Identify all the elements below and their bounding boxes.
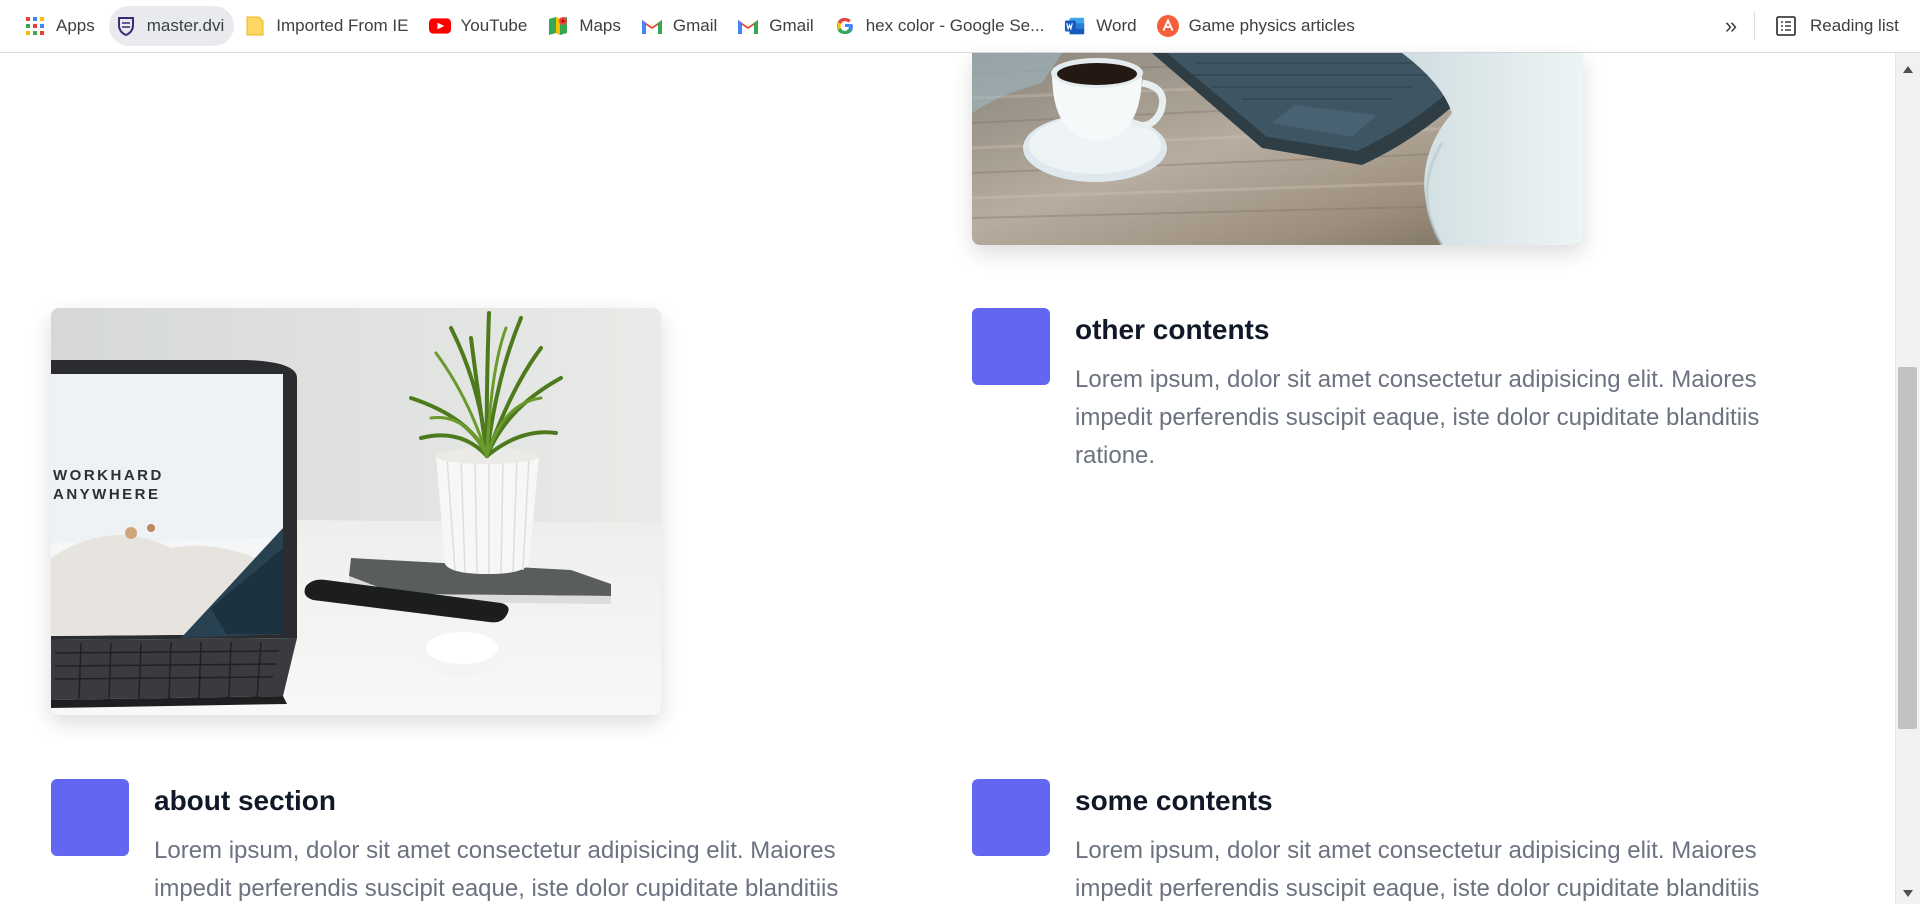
bookmark-label: Apps [56, 16, 95, 35]
bookmark-gmail-2[interactable]: Gmail [731, 6, 823, 46]
laptop-screen-text-line1: WORKHARD [53, 467, 164, 484]
feature-icon-square [972, 308, 1050, 385]
google-icon [834, 15, 856, 37]
scroll-up-arrow-icon[interactable] [1898, 60, 1917, 78]
reading-list-button[interactable]: Reading list [1768, 6, 1905, 46]
word-icon [1064, 15, 1086, 37]
bookmark-label: YouTube [460, 16, 528, 35]
bookmark-label: Word [1096, 16, 1137, 35]
maps-icon [547, 15, 569, 37]
feature-about-section: about section Lorem ipsum, dolor sit ame… [51, 779, 951, 904]
youtube-icon [428, 15, 451, 37]
workspace-laptop-plant-image: WORKHARD ANYWHERE [51, 308, 661, 715]
feature-description: Lorem ipsum, dolor sit amet consectetur … [1075, 366, 1760, 469]
bookmarks-divider [1754, 12, 1755, 40]
bookmarks-bar: Apps master.dvi Imported From IE YouTube [0, 0, 1920, 53]
bookmark-label: Imported From IE [276, 16, 409, 35]
coffee-laptop-image [972, 53, 1583, 245]
scrollbar-thumb[interactable] [1898, 367, 1917, 729]
game-physics-icon [1156, 15, 1179, 37]
feature-title: some contents [1075, 785, 1273, 816]
bookmark-hex-color-search[interactable]: hex color - Google Se... [828, 6, 1055, 46]
feature-some-contents: some contents Lorem ipsum, dolor sit ame… [972, 779, 1872, 904]
scroll-down-arrow-icon[interactable] [1898, 884, 1917, 902]
bookmark-label: Gmail [769, 16, 814, 35]
laptop-screen-text-line2: ANYWHERE [53, 486, 161, 503]
bookmark-word[interactable]: Word [1058, 6, 1146, 46]
feature-title: about section [154, 785, 337, 816]
bookmark-master-dvi[interactable]: master.dvi [108, 6, 235, 46]
folder-icon [244, 15, 266, 37]
bookmark-game-physics[interactable]: Game physics articles [1151, 6, 1365, 46]
bookmark-maps[interactable]: Maps [541, 6, 631, 46]
feature-icon-square [972, 779, 1050, 856]
bookmark-label: Gmail [672, 16, 718, 35]
bookmark-label: Maps [579, 16, 621, 35]
gmail-icon [737, 15, 759, 37]
gmail-icon [641, 15, 663, 37]
bookmark-youtube[interactable]: YouTube [423, 6, 538, 46]
feature-description: Lorem ipsum, dolor sit amet consectetur … [1075, 837, 1760, 902]
bookmark-label: hex color - Google Se... [865, 16, 1045, 35]
reading-list-icon [1774, 14, 1798, 38]
bookmark-label: Game physics articles [1188, 16, 1355, 35]
bookmark-imported-from-ie[interactable]: Imported From IE [238, 6, 418, 46]
feature-other-contents: other contents Lorem ipsum, dolor sit am… [972, 308, 1872, 508]
master-dvi-icon [115, 15, 137, 37]
feature-icon-square [51, 779, 129, 856]
reading-list-label: Reading list [1810, 16, 1899, 35]
bookmark-gmail[interactable]: Gmail [635, 6, 727, 46]
feature-title: other contents [1075, 314, 1270, 345]
bookmark-apps[interactable]: Apps [18, 6, 105, 46]
apps-grid-icon [24, 15, 46, 37]
feature-description: Lorem ipsum, dolor sit amet consectetur … [154, 837, 839, 902]
bookmarks-overflow-button[interactable]: » [1716, 8, 1746, 44]
bookmark-label: master.dvi [146, 16, 225, 35]
